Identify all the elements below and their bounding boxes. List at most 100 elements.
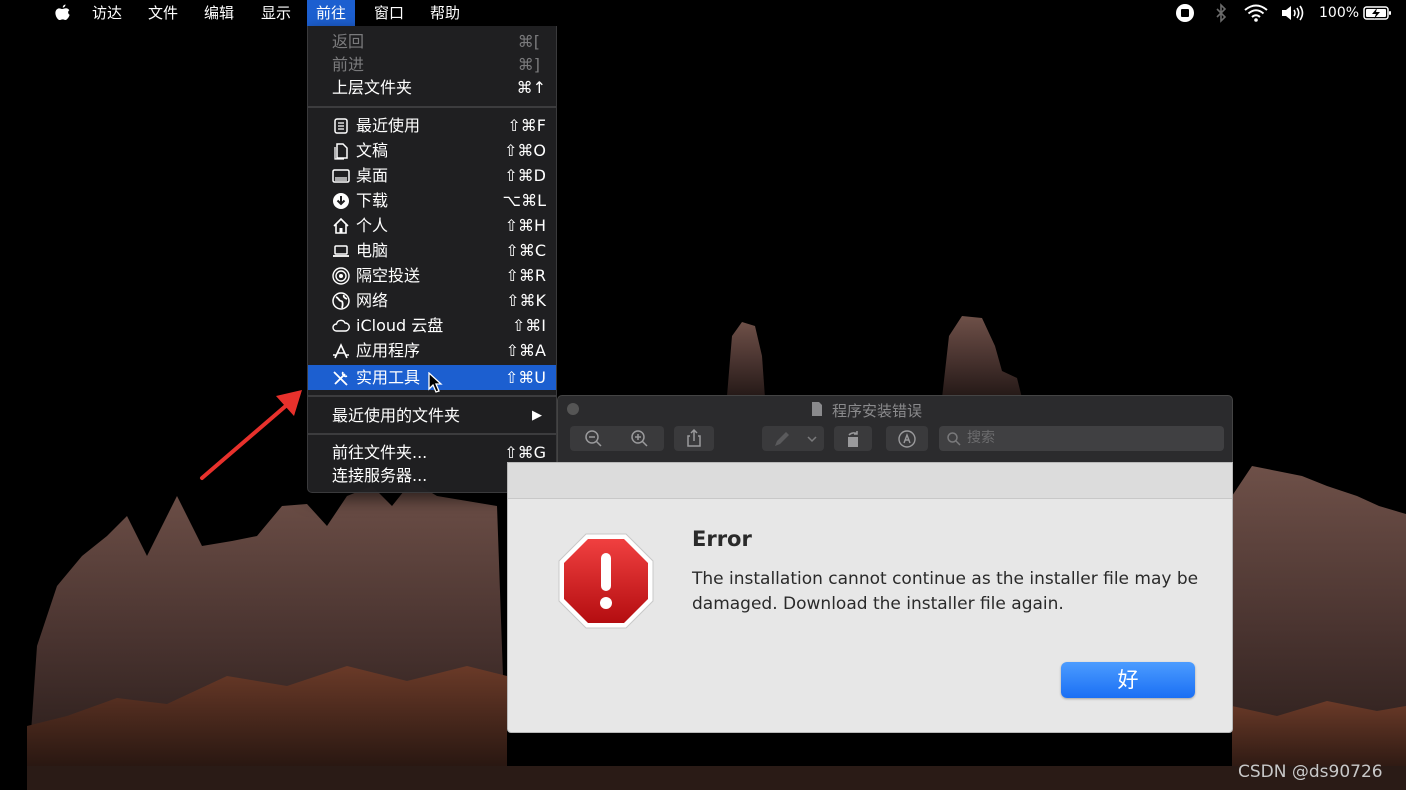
documents-icon	[334, 143, 348, 160]
menu-item-label: 返回	[332, 32, 365, 51]
battery-percent[interactable]: 100%	[1319, 0, 1359, 26]
annotate-icon	[898, 430, 916, 448]
menu-item-enclosing-folder[interactable]: 上层文件夹 ⌘↑	[308, 75, 556, 100]
annotate-button[interactable]	[886, 426, 928, 451]
preview-window-title: 程序安装错误	[832, 402, 923, 420]
battery-status[interactable]	[1363, 0, 1393, 26]
menu-item-recents[interactable]: 最近使用 ⇧⌘F	[308, 113, 556, 138]
go-menu-dropdown: 返回 ⌘[ 前进 ⌘] 上层文件夹 ⌘↑ 最近使用 ⇧⌘F 文稿 ⇧⌘O 桌面 …	[307, 26, 557, 493]
menu-go[interactable]: 前往	[307, 0, 356, 26]
error-dialog: Error The installation cannot continue a…	[507, 462, 1233, 733]
menu-item-label: 文稿	[356, 141, 389, 160]
menu-item-shortcut: ⌥⌘L	[502, 191, 546, 210]
preview-window: 程序安装错误 搜索	[557, 395, 1233, 463]
menu-item-icloud[interactable]: iCloud 云盘 ⇧⌘I	[308, 313, 556, 338]
menu-view[interactable]: 显示	[252, 0, 300, 26]
menu-item-label: 电脑	[356, 241, 389, 260]
downloads-icon	[333, 193, 349, 209]
menu-item-label: 桌面	[356, 166, 389, 185]
menu-item-label: 个人	[356, 216, 389, 235]
menu-item-desktop[interactable]: 桌面 ⇧⌘D	[308, 163, 556, 188]
volume-status[interactable]	[1280, 0, 1308, 26]
icloud-icon	[332, 319, 350, 332]
menu-window[interactable]: 窗口	[365, 0, 413, 26]
zoom-in-icon[interactable]	[630, 429, 650, 449]
bluetooth-status[interactable]	[1214, 0, 1228, 26]
zoom-out-icon[interactable]	[584, 429, 604, 449]
menu-item-network[interactable]: 网络 ⇧⌘K	[308, 288, 556, 313]
menu-item-downloads[interactable]: 下载 ⌥⌘L	[308, 188, 556, 213]
ok-button[interactable]: 好	[1061, 662, 1195, 698]
menu-edit[interactable]: 编辑	[195, 0, 243, 26]
menu-item-label: 网络	[356, 291, 389, 310]
wifi-icon	[1244, 4, 1268, 22]
menu-item-label: 应用程序	[356, 341, 421, 360]
menu-item-shortcut: ⇧⌘K	[506, 291, 546, 310]
menu-item-shortcut: ⇧⌘A	[505, 341, 546, 360]
menu-separator	[308, 395, 556, 397]
share-button[interactable]	[674, 426, 714, 451]
menu-item-shortcut: ⇧⌘R	[505, 266, 546, 285]
desktop-icon	[332, 169, 350, 183]
volume-icon	[1282, 5, 1304, 21]
mouse-cursor	[428, 372, 443, 393]
wifi-status[interactable]	[1243, 0, 1269, 26]
utilities-icon	[333, 371, 348, 386]
menu-item-airdrop[interactable]: 隔空投送 ⇧⌘R	[308, 263, 556, 288]
applications-icon	[333, 343, 349, 359]
menu-item-shortcut: ⇧⌘H	[504, 216, 546, 235]
window-close-button[interactable]	[566, 402, 580, 416]
menu-separator	[308, 433, 556, 435]
menu-item-applications[interactable]: 应用程序 ⇧⌘A	[308, 338, 556, 363]
search-input[interactable]: 搜索	[939, 426, 1224, 451]
menu-bar: 访达 文件 编辑 显示 前往 窗口 帮助 100%	[27, 0, 1406, 26]
menu-item-shortcut: ⌘↑	[516, 78, 546, 97]
pen-icon	[775, 432, 789, 446]
menu-item-label: 前往文件夹...	[332, 443, 428, 462]
chevron-down-icon	[807, 436, 817, 443]
home-icon	[333, 217, 349, 234]
menu-item-shortcut: ⇧⌘I	[511, 316, 546, 335]
menu-item-documents[interactable]: 文稿 ⇧⌘O	[308, 138, 556, 163]
apple-menu[interactable]	[49, 0, 75, 26]
menu-item-forward[interactable]: 前进 ⌘]	[308, 52, 556, 77]
menu-item-shortcut: ⇧⌘F	[507, 116, 546, 135]
menu-item-label: 下载	[356, 191, 389, 210]
menu-finder[interactable]: 访达	[83, 0, 131, 26]
menu-help[interactable]: 帮助	[421, 0, 469, 26]
dialog-header-strip	[508, 463, 1232, 499]
menu-item-label: iCloud 云盘	[356, 316, 444, 335]
menu-item-shortcut: ⇧⌘D	[504, 166, 546, 185]
menu-item-home[interactable]: 个人 ⇧⌘H	[308, 213, 556, 238]
menu-item-back[interactable]: 返回 ⌘[	[308, 29, 556, 54]
document-icon	[812, 402, 822, 416]
submenu-arrow-icon: ▶	[532, 408, 542, 423]
menu-separator	[308, 106, 556, 108]
search-icon	[947, 432, 961, 446]
menu-item-label: 上层文件夹	[332, 78, 413, 97]
menu-item-shortcut: ⌘]	[517, 55, 540, 74]
apple-icon	[55, 4, 70, 21]
menu-item-computer[interactable]: 电脑 ⇧⌘C	[308, 238, 556, 263]
menu-item-label: 最近使用的文件夹	[332, 406, 461, 425]
share-icon	[687, 428, 701, 447]
stop-recording-icon	[1176, 4, 1194, 22]
menu-item-shortcut: ⇧⌘C	[505, 241, 546, 260]
menu-item-label: 隔空投送	[356, 266, 421, 285]
markup-button[interactable]	[762, 426, 824, 451]
screen-recording-status[interactable]	[1175, 0, 1195, 26]
menu-file[interactable]: 文件	[139, 0, 187, 26]
menu-item-label: 前进	[332, 55, 365, 74]
menu-item-label: 连接服务器...	[332, 466, 428, 485]
menu-item-recent-folders[interactable]: 最近使用的文件夹 ▶	[308, 403, 556, 428]
menu-item-shortcut: ⇧⌘U	[504, 368, 546, 387]
stop-sign-icon	[558, 533, 654, 629]
battery-charging-icon	[1363, 6, 1391, 20]
menu-item-label: 实用工具	[356, 368, 421, 387]
rotate-button[interactable]	[834, 426, 872, 451]
menu-item-shortcut: ⇧⌘O	[504, 141, 546, 160]
bluetooth-icon	[1216, 3, 1227, 23]
computer-icon	[333, 245, 349, 257]
rotate-icon	[848, 431, 858, 447]
recents-icon	[334, 118, 348, 134]
